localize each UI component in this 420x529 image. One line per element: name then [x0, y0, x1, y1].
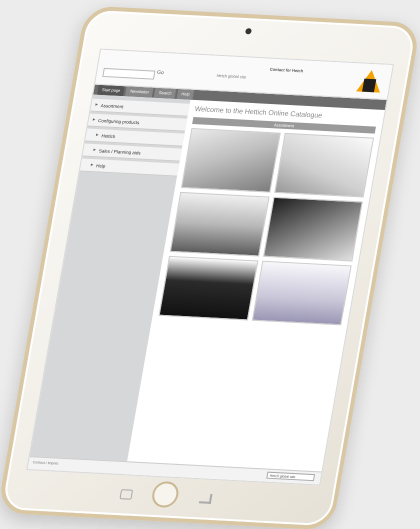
product-tile-runner[interactable] [274, 132, 375, 198]
product-tile-accessory[interactable] [251, 260, 352, 326]
chevron-right-icon: ▸ [94, 101, 99, 108]
product-grid [158, 127, 375, 326]
product-tile-system[interactable] [158, 255, 259, 321]
camera-lens [244, 28, 252, 35]
chevron-right-icon: ▸ [95, 132, 100, 139]
search-button[interactable]: Go [157, 70, 165, 76]
photo-scene: Go Hetch global site Contact for Hetch S… [0, 0, 420, 529]
tablet-device: Go Hetch global site Contact for Hetch S… [0, 5, 420, 529]
search-input[interactable] [102, 67, 156, 80]
sidebar-item-label: Configuring products [97, 117, 140, 125]
chevron-right-icon: ▸ [90, 162, 94, 169]
sidebar-item-label: Hettich [101, 132, 116, 139]
chevron-right-icon: ▸ [92, 116, 96, 123]
sidebar-item-help[interactable]: ▸ Help [79, 158, 180, 177]
sidebar-item-label: Assortment [100, 102, 124, 109]
sidebar-item-label: Sales / Planning aids [98, 147, 142, 156]
product-tile-hinge[interactable] [180, 127, 281, 193]
footer-imprint-link[interactable]: Contact / Imprint [32, 460, 58, 465]
product-tile-fitting[interactable] [263, 196, 363, 262]
contact-link[interactable]: Contact for Hetch [269, 67, 303, 74]
home-button[interactable] [150, 480, 181, 509]
sidebar-item-label: Help [95, 162, 106, 169]
square-icon [119, 489, 134, 500]
product-tile-drawer[interactable] [169, 191, 270, 257]
back-arrow-icon [198, 493, 213, 504]
page-body: ▸ Assortment ▸ Configuring products ▸ He… [27, 94, 384, 486]
tablet-screen: Go Hetch global site Contact for Hetch S… [26, 48, 394, 486]
hettich-logo-icon [356, 69, 380, 93]
site-select[interactable]: Hetch global site [266, 471, 316, 482]
global-site-link[interactable]: Hetch global site [216, 73, 246, 80]
chevron-right-icon: ▸ [92, 147, 97, 154]
